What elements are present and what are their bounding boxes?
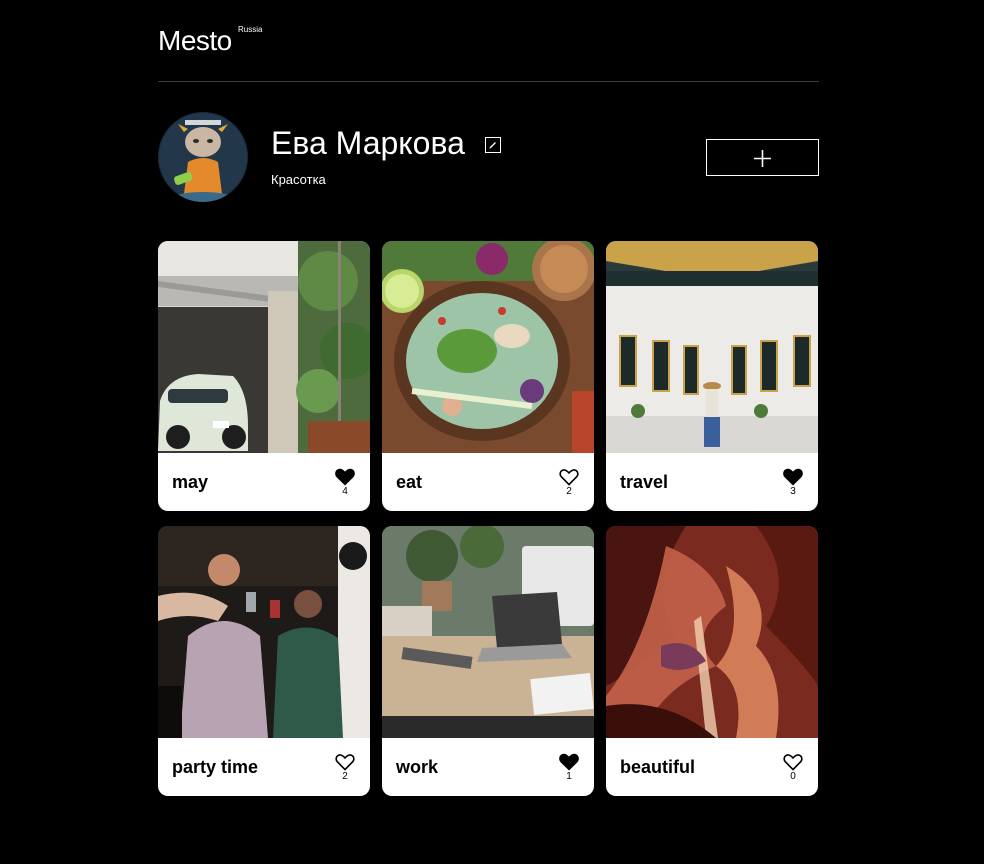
card: work 1 xyxy=(382,526,594,796)
avatar-image xyxy=(158,112,248,202)
heart-outline-icon xyxy=(559,469,579,486)
card-title: party time xyxy=(172,757,259,777)
card-image[interactable] xyxy=(158,241,370,453)
card-image[interactable] xyxy=(606,241,818,453)
like-count: 2 xyxy=(566,486,572,497)
like-button[interactable] xyxy=(558,752,580,772)
card: travel 3 xyxy=(606,241,818,511)
like-count: 1 xyxy=(566,771,572,782)
card: eat 2 xyxy=(382,241,594,511)
heart-filled-icon xyxy=(559,753,579,771)
profile-about: Красотка xyxy=(271,172,326,187)
avatar[interactable] xyxy=(158,112,248,202)
card: party time 2 xyxy=(158,526,370,796)
page: Mesto Russia Ева Маркова Красотка may 4 … xyxy=(0,0,984,864)
logo-region: Russia xyxy=(238,25,263,34)
card-title: eat xyxy=(396,472,423,492)
card: may 4 xyxy=(158,241,370,511)
like-button[interactable] xyxy=(782,467,804,487)
profile: Ева Маркова Красотка xyxy=(158,112,819,202)
like-button[interactable] xyxy=(334,467,356,487)
card-title: work xyxy=(396,757,439,777)
like-button[interactable] xyxy=(558,467,580,487)
card-title: may xyxy=(172,472,209,492)
like-button[interactable] xyxy=(782,752,804,772)
card-image[interactable] xyxy=(382,526,594,738)
card-title: beautiful xyxy=(620,757,695,777)
add-card-button[interactable] xyxy=(706,139,819,176)
card-title: travel xyxy=(620,472,669,492)
like-count: 2 xyxy=(342,771,348,782)
card-image[interactable] xyxy=(158,526,370,738)
like-count: 0 xyxy=(790,771,796,782)
pencil-icon xyxy=(489,142,496,149)
profile-name: Ева Маркова xyxy=(271,125,465,161)
heart-outline-icon xyxy=(783,754,803,771)
card: beautiful 0 xyxy=(606,526,818,796)
card-image[interactable] xyxy=(606,526,818,738)
like-button[interactable] xyxy=(334,752,356,772)
card-image[interactable] xyxy=(382,241,594,453)
heart-filled-icon xyxy=(335,468,355,486)
heart-filled-icon xyxy=(783,468,803,486)
cards-grid: may 4 eat 2 travel 3 party time 2 work 1… xyxy=(158,241,819,796)
edit-profile-button[interactable] xyxy=(485,137,501,153)
like-count: 4 xyxy=(342,486,348,497)
header: Mesto Russia xyxy=(158,0,819,82)
logo[interactable]: Mesto xyxy=(158,26,232,56)
heart-outline-icon xyxy=(335,754,355,771)
plus-icon xyxy=(754,150,771,167)
like-count: 3 xyxy=(790,486,796,497)
